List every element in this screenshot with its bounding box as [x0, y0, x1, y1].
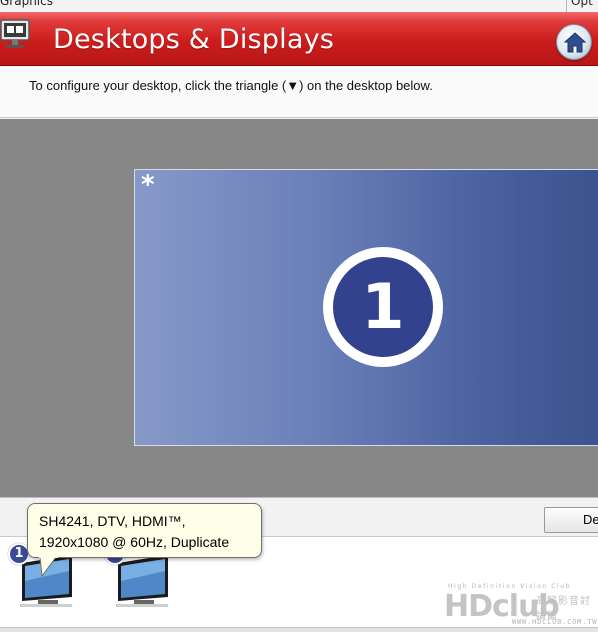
- horizontal-scrollbar[interactable]: [0, 627, 598, 632]
- desktop-number-badge: 1: [323, 247, 443, 367]
- primary-desktop-marker: *: [141, 170, 155, 200]
- home-button[interactable]: [556, 24, 592, 60]
- tooltip-line-1: SH4241, DTV, HDMI™,: [39, 513, 186, 529]
- desktop-arrangement-area: * 1: [0, 119, 598, 497]
- instruction-text: To configure your desktop, click the tri…: [29, 78, 433, 93]
- tooltip-tail: [39, 556, 58, 578]
- desktop-preview[interactable]: * 1: [134, 169, 598, 446]
- instruction-area: To configure your desktop, click the tri…: [0, 67, 598, 118]
- menu-options[interactable]: Opt: [571, 0, 593, 8]
- home-icon: [563, 32, 587, 53]
- watermark-logo: High Definition Vision Club HDclub 高解影音討…: [444, 583, 598, 628]
- page-title: Desktops & Displays: [53, 24, 335, 55]
- monitor-app-icon: [0, 16, 32, 54]
- tooltip-line-2: 1920x1080 @ 60Hz, Duplicate: [39, 534, 230, 550]
- menu-divider: [566, 0, 567, 12]
- menu-graphics[interactable]: Graphics: [0, 0, 53, 8]
- display-tooltip: SH4241, DTV, HDMI™, 1920x1080 @ 60Hz, Du…: [27, 503, 262, 558]
- page-header: Desktops & Displays: [0, 12, 598, 66]
- desktop-number: 1: [333, 257, 433, 357]
- menu-strip: Graphics Opt: [0, 0, 598, 12]
- detect-button[interactable]: De: [544, 507, 598, 533]
- watermark-url: WWW.HDCLUB.COM.TW: [512, 618, 598, 626]
